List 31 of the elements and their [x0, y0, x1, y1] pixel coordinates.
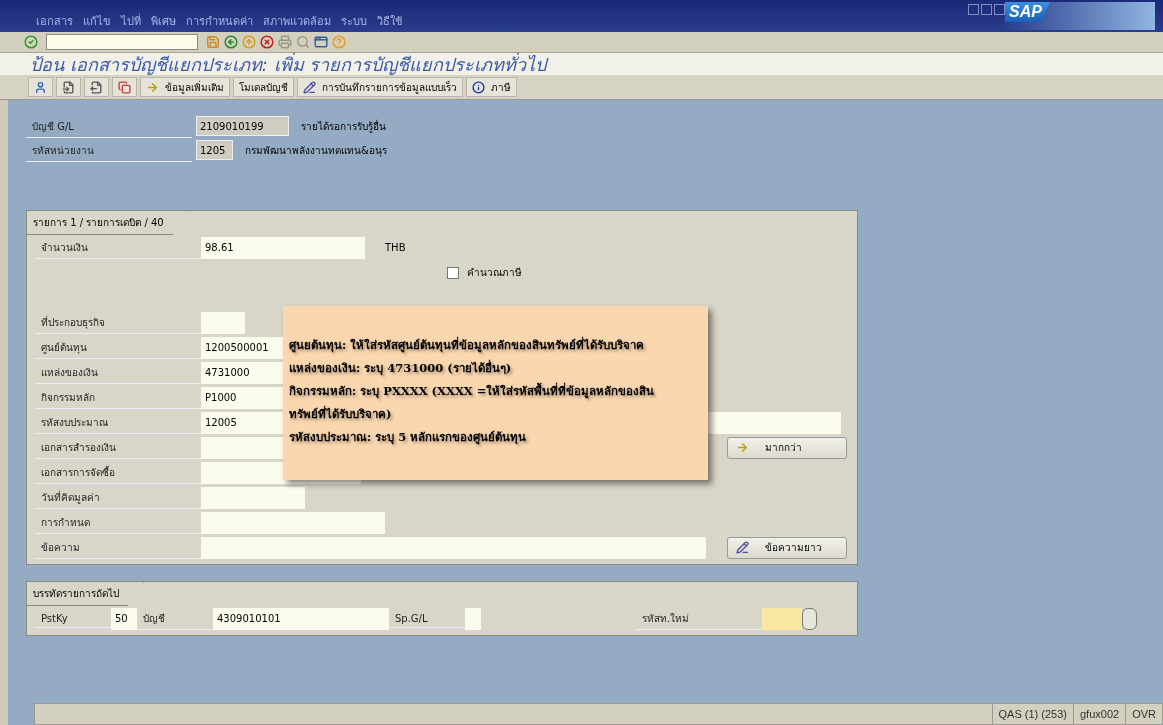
toolbar-button[interactable]: โมเดลบัญชี [233, 77, 294, 97]
field-description: รายได้รอการรับรู้อื่น [301, 118, 386, 134]
input-field[interactable]: 98.61 [201, 236, 365, 259]
action-button[interactable]: ข้อความยาว [727, 536, 847, 559]
menu-item[interactable]: สภาพแวดล้อม [263, 12, 331, 30]
status-server: gfux002 [1073, 704, 1126, 724]
menu-item[interactable]: การกำหนดค่า [186, 12, 253, 30]
screen-title: ป้อน เอกสารบัญชีแยกประเภท: เพิ่ม รายการบัญชีแยกประเภททั่วไป [30, 51, 547, 77]
toolbar-button[interactable]: ภาษี [466, 77, 517, 97]
field-description: กรมพัฒนาพลังงานทดแทน&อนุร [245, 143, 387, 158]
checkbox-label: คำนวณภาษี [467, 266, 522, 280]
readonly-field: 2109010199 [196, 116, 289, 136]
input-field[interactable]: 4309010101 [213, 607, 389, 630]
menu-item[interactable]: ระบบ [341, 12, 367, 30]
input-field[interactable]: 50 [111, 607, 137, 630]
action-button[interactable]: มากกว่า [727, 436, 847, 459]
status-mode: OVR [1125, 704, 1162, 724]
toolbar-button[interactable]: ข้อมูลเพิ่มเติม [140, 77, 230, 97]
toolbar-button[interactable]: การบันทึกรายการข้อมูลแบบเร็ว [297, 77, 463, 97]
sap-logo: SAP [1005, 2, 1050, 22]
currency-label: THB [385, 242, 406, 253]
field-label: รหัสหน่วยงาน [26, 138, 192, 162]
status-system: QAS (1) (253) [991, 704, 1073, 724]
note-line: รหัสงบประมาณ: ระบุ 5 หลักแรกของศูนย์ต้นทุน [289, 429, 528, 447]
menu-item[interactable]: ไปที่ [121, 12, 141, 30]
readonly-field: 1205 [196, 140, 233, 160]
field-label: บัญชี G/L [26, 114, 192, 138]
menu-item[interactable]: เอกสาร [36, 12, 73, 30]
menu-item[interactable]: พิเศษ [151, 12, 176, 30]
menu-item[interactable]: แก้ไข [83, 12, 111, 30]
menu-item[interactable]: วิธีใช้ [377, 12, 402, 30]
